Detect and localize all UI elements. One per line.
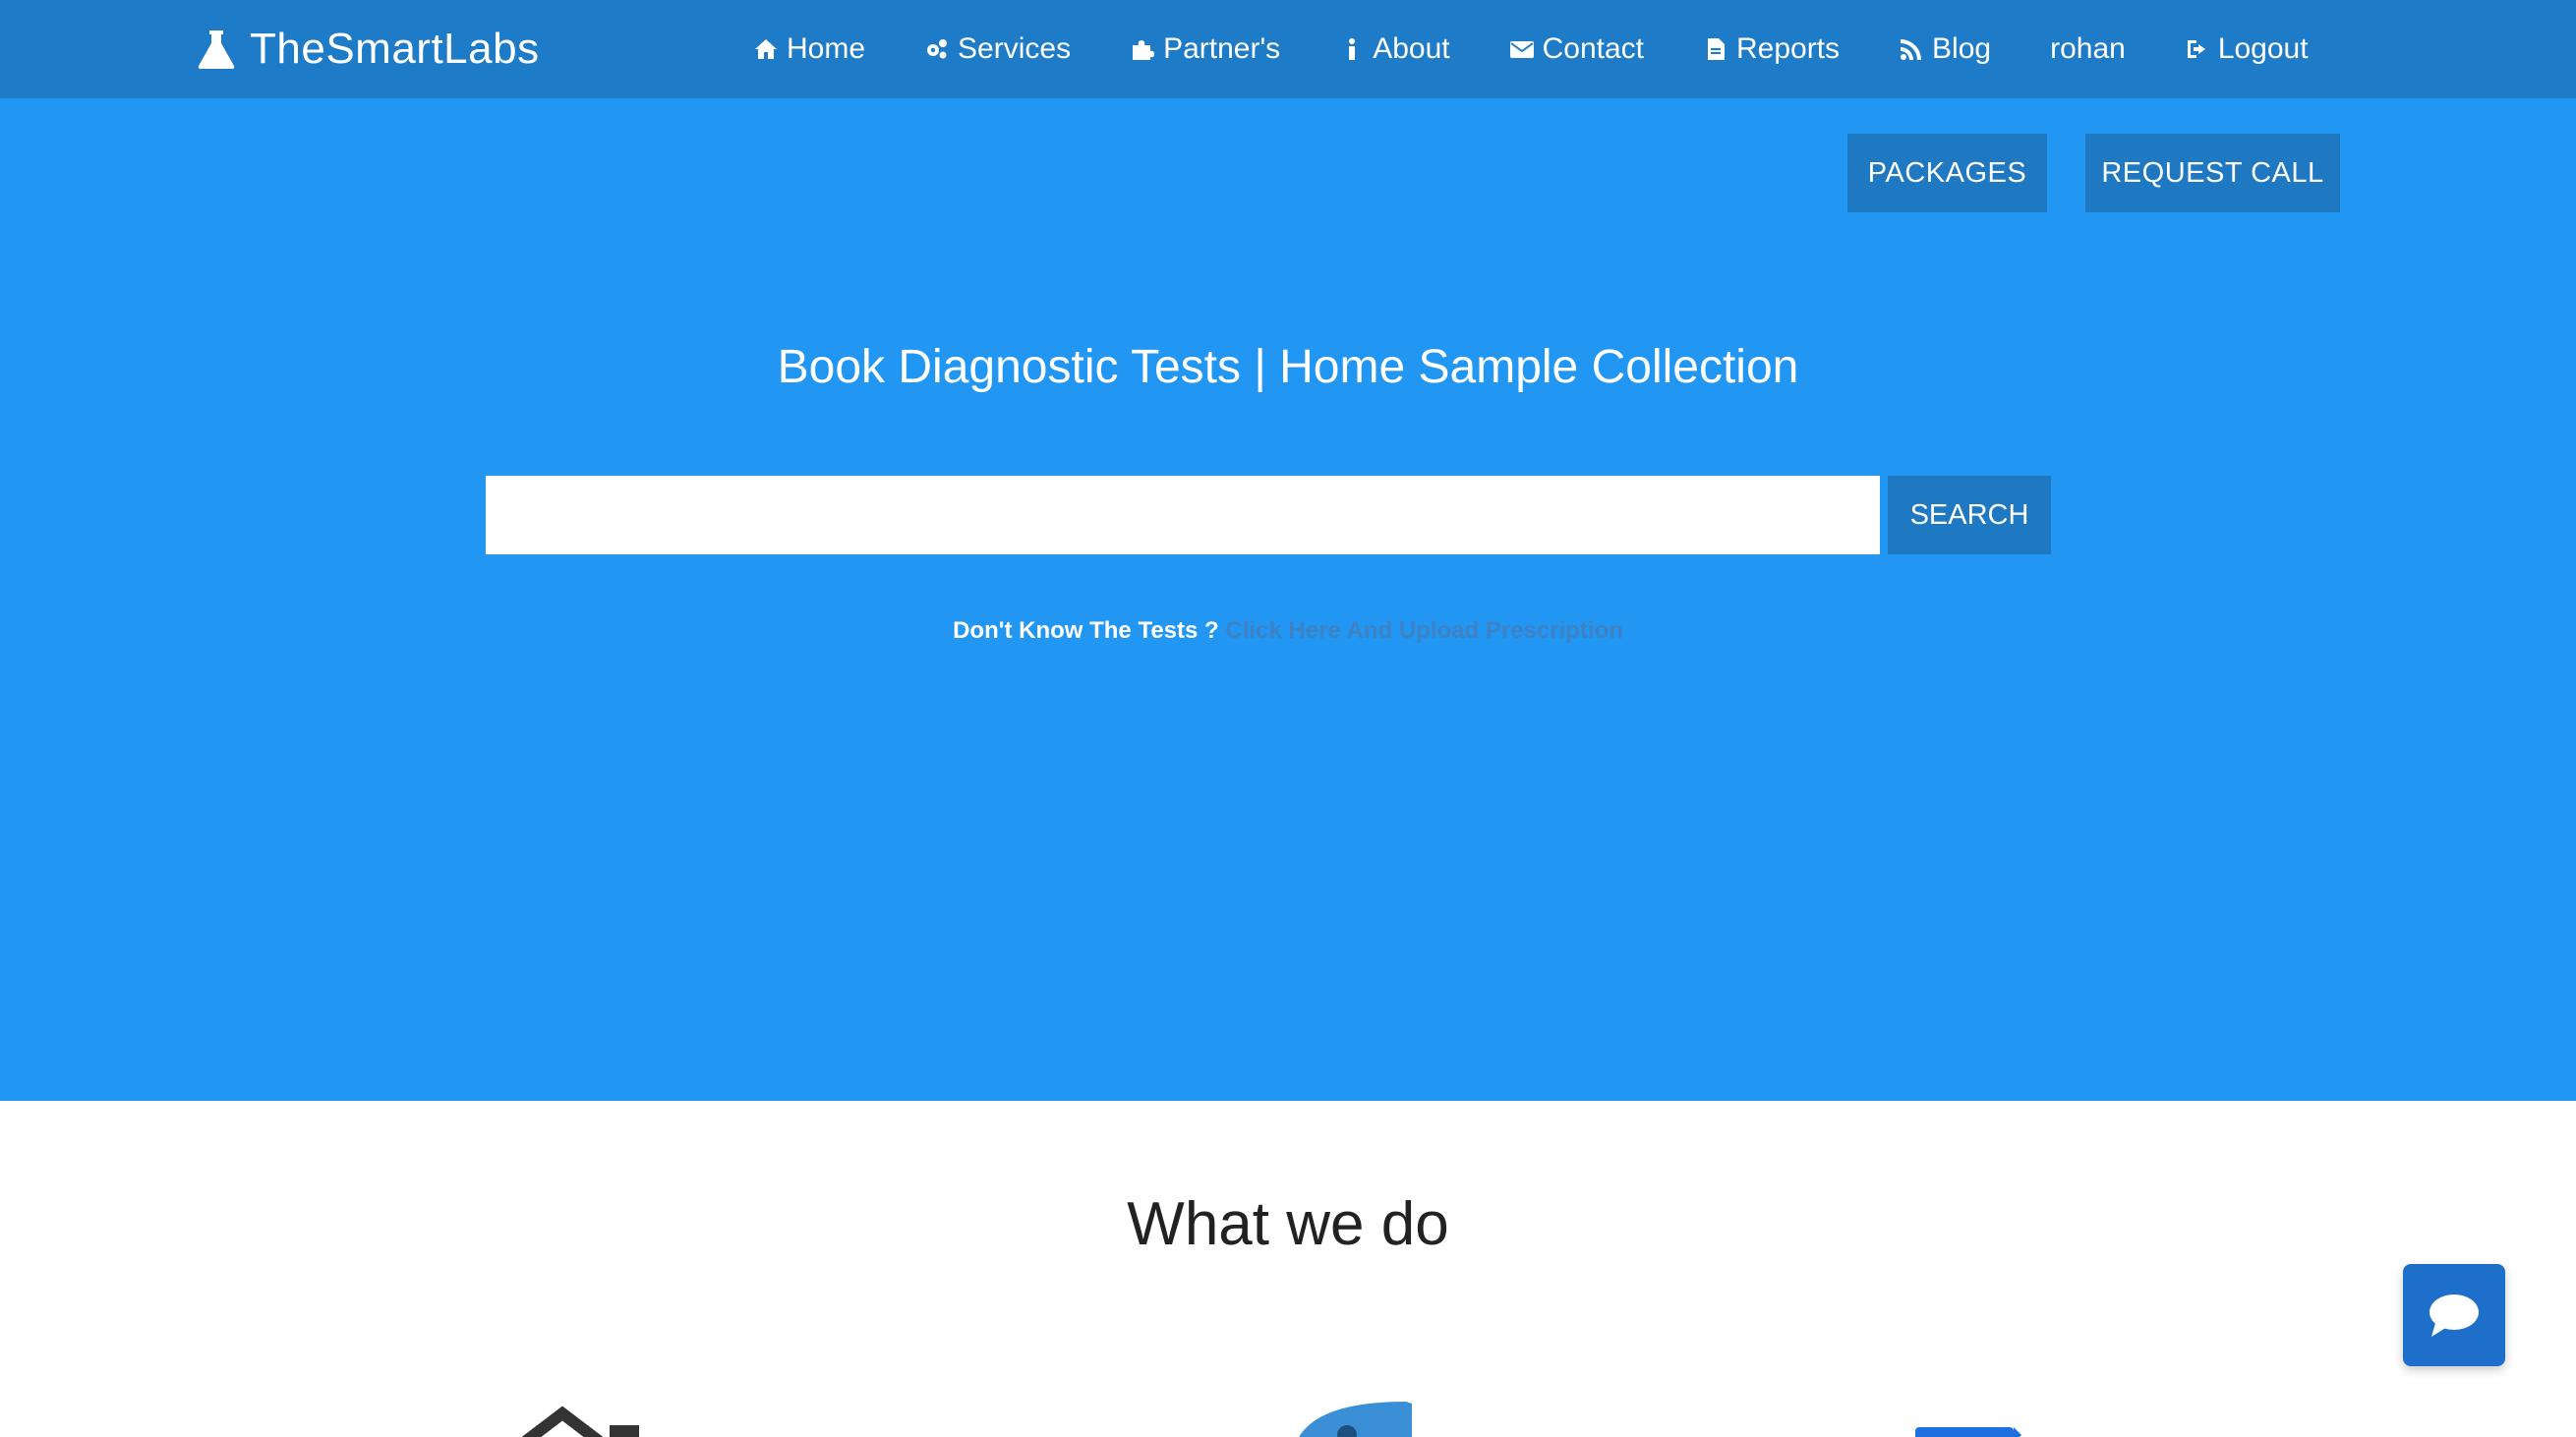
report-document-icon [1915,1427,2021,1437]
envelope-icon [1509,41,1534,58]
nav-blog[interactable]: Blog [1899,32,1991,66]
navbar: TheSmartLabs Home Services Partner's Abo… [0,0,2576,98]
info-icon [1349,38,1356,60]
packages-button[interactable]: PACKAGES [1847,134,2047,212]
puzzle-icon [1133,40,1155,60]
nav-menu: Home Services Partner's About Contact Re… [753,0,2309,98]
prescription-prompt: Don't Know The Tests ? Click Here And Up… [0,617,2576,645]
nav-contact[interactable]: Contact [1509,32,1644,66]
nav-partners[interactable]: Partner's [1130,32,1280,66]
rss-icon [1901,39,1922,60]
request-call-button[interactable]: REQUEST CALL [2085,134,2340,212]
nav-services[interactable]: Services [924,32,1071,66]
chat-bubble-icon [2430,1294,2479,1337]
brand-logo[interactable]: TheSmartLabs [197,0,540,98]
chat-button[interactable] [2403,1264,2505,1366]
nav-user[interactable]: rohan [2050,32,2126,66]
upload-prescription-link[interactable]: Click Here And Upload Prescription [1225,617,1623,644]
home-collection-icon [521,1406,639,1437]
flask-icon [198,30,235,69]
file-icon [1707,38,1725,60]
nav-reports[interactable]: Reports [1703,32,1840,66]
home-icon [755,39,777,59]
sign-out-icon [2187,40,2205,58]
search-button[interactable]: SEARCH [1888,476,2051,554]
nav-about[interactable]: About [1339,32,1450,66]
rocket-icon [1299,1402,1412,1437]
section-title: What we do [1127,1190,1449,1258]
nav-home[interactable]: Home [753,32,865,66]
brand-name: TheSmartLabs [250,25,540,73]
search-input[interactable] [486,476,1880,554]
hero-section: PACKAGES REQUEST CALL Book Diagnostic Te… [0,98,2576,1101]
cogs-icon [927,39,948,59]
prescription-question: Don't Know The Tests ? [953,617,1219,644]
nav-logout[interactable]: Logout [2185,32,2309,66]
hero-title: Book Diagnostic Tests | Home Sample Coll… [777,341,1799,393]
